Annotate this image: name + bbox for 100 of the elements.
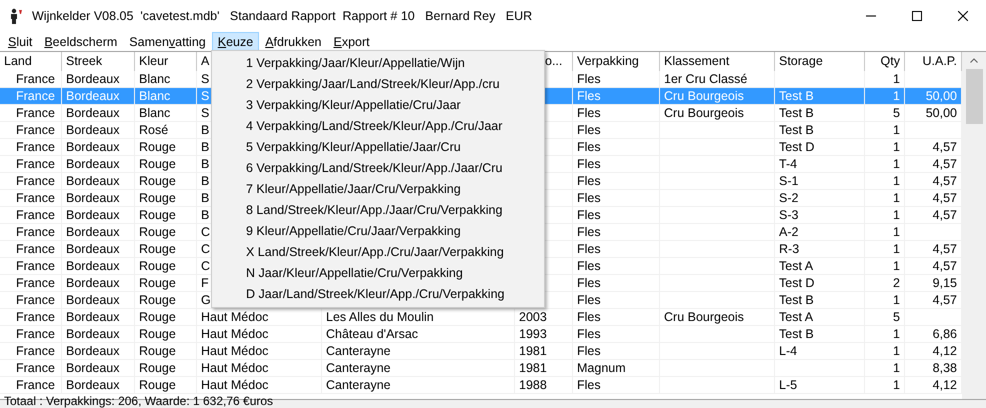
table-cell: 4,57 [932, 139, 957, 155]
table-cell: 1 [893, 190, 900, 206]
table-cell: Bordeaux [66, 207, 120, 223]
table-cell: Fles [577, 224, 601, 240]
table-cell: Bordeaux [66, 173, 120, 189]
table-cell: C [201, 258, 210, 274]
table-cell: S [201, 105, 210, 121]
table-cell: Haut Médoc [201, 343, 268, 359]
table-cell: Fles [577, 139, 601, 155]
table-cell: France [16, 360, 55, 376]
table-cell: 1 [893, 292, 900, 308]
table-cell: Test B [779, 105, 814, 121]
table-cell: Les Alles du Moulin [326, 309, 434, 325]
table-cell: 50,00 [926, 88, 957, 104]
table-cell: G [201, 292, 211, 308]
table-cell: R-3 [779, 241, 800, 257]
table-cell: 6,86 [932, 326, 957, 342]
table-cell: 5 [893, 309, 900, 325]
table-cell: 4,57 [932, 207, 957, 223]
table-cell: France [16, 71, 55, 87]
table-cell: Bordeaux [66, 105, 120, 121]
table-cell: 1 [893, 241, 900, 257]
table-cell: Bordeaux [66, 224, 120, 240]
table-cell: Bordeaux [66, 326, 120, 342]
table-cell: Cru Bourgeois [664, 309, 744, 325]
table-cell: Test B [779, 122, 814, 138]
table-cell: Rouge [139, 156, 176, 172]
table-cell: Blanc [139, 71, 170, 87]
table-cell: France [16, 309, 55, 325]
table-cell: Rouge [139, 139, 176, 155]
table-cell: Test B [779, 292, 814, 308]
table-cell: 5 [893, 105, 900, 121]
table-cell: B [201, 156, 210, 172]
table-cell: Haut Médoc [201, 360, 268, 376]
table-cell: Test D [779, 275, 814, 291]
table-cell: 1 [893, 156, 900, 172]
table-cell: Rosé [139, 122, 168, 138]
table-cell: France [16, 326, 55, 342]
table-cell: 1993 [519, 326, 547, 342]
table-cell: Château d'Arsac [326, 326, 418, 342]
table-cell: Magnum [577, 360, 626, 376]
table-cell: S [201, 88, 210, 104]
table-cell: Fles [577, 377, 601, 393]
table-cell: 8,38 [932, 360, 957, 376]
table-cell: 4,57 [932, 190, 957, 206]
table-cell: Bordeaux [66, 360, 120, 376]
table-cell: Bordeaux [66, 258, 120, 274]
table-cell: France [16, 377, 55, 393]
table-cell: Bordeaux [66, 377, 120, 393]
table-cell: 4,57 [932, 156, 957, 172]
table-cell: Fles [577, 156, 601, 172]
table-cell: Cru Bourgeois [664, 105, 744, 121]
table-cell: Test B [779, 88, 814, 104]
table-cell: Bordeaux [66, 343, 120, 359]
table-cell: Fles [577, 173, 601, 189]
table-cell: B [201, 173, 210, 189]
table-cell: 1 [893, 139, 900, 155]
table-cell: B [201, 207, 210, 223]
table-cell: Fles [577, 241, 601, 257]
table-cell: Fles [577, 190, 601, 206]
table-cell: Rouge [139, 343, 176, 359]
table-cell: Fles [577, 258, 601, 274]
table-cell: Fles [577, 309, 601, 325]
table-cell: France [16, 173, 55, 189]
table-cell: Bordeaux [66, 88, 120, 104]
table-cell: 1 [893, 207, 900, 223]
table-cell: S-2 [779, 190, 798, 206]
table-cell: 4,57 [932, 241, 957, 257]
table-cell: Rouge [139, 190, 176, 206]
table-cell: Bordeaux [66, 190, 120, 206]
table-cell: B [201, 139, 210, 155]
table-cell: France [16, 275, 55, 291]
table-cell: 1er Cru Classé [664, 71, 748, 87]
table-cell: Test A [779, 309, 814, 325]
table-cell: Fles [577, 275, 601, 291]
status-text: Totaal : Verpakkings: 206, Waarde: 1 632,76 €uros [4, 395, 274, 408]
table-cell: 4,57 [932, 258, 957, 274]
table-cell: Haut Médoc [201, 326, 268, 342]
table-cell: Fles [577, 88, 601, 104]
table-cell: France [16, 122, 55, 138]
table-cell: Test D [779, 139, 814, 155]
table-cell: B [201, 190, 210, 206]
table-cell: S-3 [779, 207, 798, 223]
table-cell: 1988 [519, 377, 547, 393]
table-cell: 1981 [519, 360, 547, 376]
table-cell: Fles [577, 326, 601, 342]
table-cell: Rouge [139, 258, 176, 274]
table-cell: T-4 [779, 156, 798, 172]
table-cell: C [201, 241, 210, 257]
table-cell: Bordeaux [66, 122, 120, 138]
table-cell: Test B [779, 326, 814, 342]
table-cell: Rouge [139, 377, 176, 393]
table-cell: Fles [577, 71, 601, 87]
table-cell: Bordeaux [66, 139, 120, 155]
table-cell: Fles [577, 292, 601, 308]
table-cell: Bordeaux [66, 241, 120, 257]
table-cell: 1 [893, 377, 900, 393]
table-cell: Rouge [139, 224, 176, 240]
table-cell: Canterayne [326, 377, 391, 393]
table-cell: Rouge [139, 360, 176, 376]
